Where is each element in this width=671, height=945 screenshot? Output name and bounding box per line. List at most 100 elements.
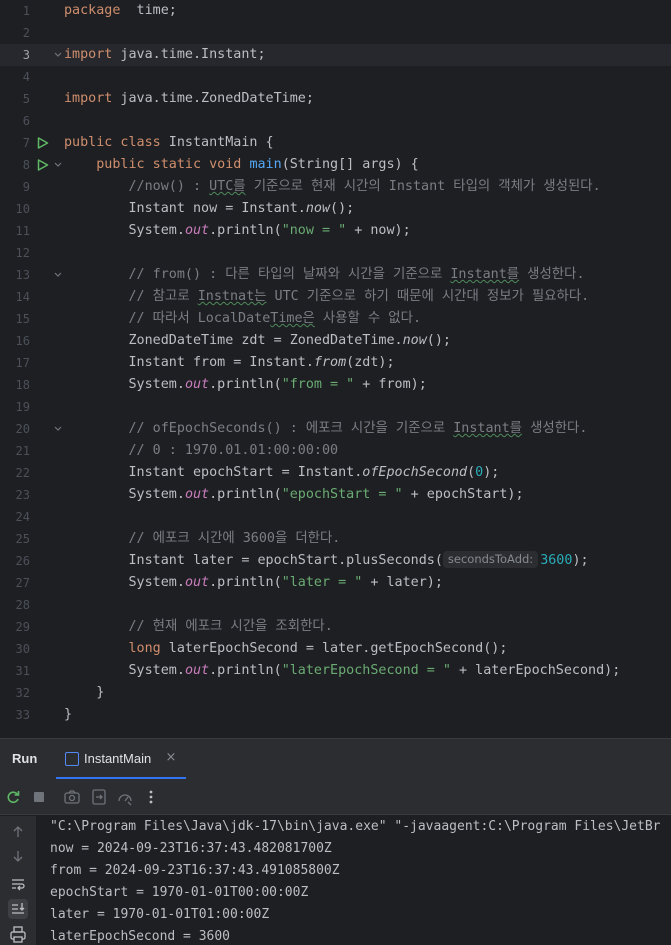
gutter-row: 33 [0, 704, 64, 726]
code-line[interactable]: System.out.println("from = " + from); [64, 374, 671, 396]
fold-chevron-icon[interactable] [54, 52, 62, 58]
code-token: //now() : [128, 179, 210, 194]
code-line[interactable]: // 현재 에포크 시간을 조회한다. [64, 616, 671, 638]
run-window-title: Run [12, 751, 38, 766]
parameter-hint: secondsToAdd: [442, 551, 539, 568]
scroll-up-button[interactable] [8, 822, 28, 842]
code-token: "from = " [281, 377, 355, 392]
line-number: 8 [22, 158, 30, 172]
code-editor[interactable]: 1 2 3 4 5 6 7 8 9 10 11 12 13 14 15 16 17 18 19 20 21 22 23 24 2… [0, 0, 671, 738]
code-line[interactable]: // 에포크 시간에 3600을 더한다. [64, 528, 671, 550]
code-line[interactable] [64, 594, 671, 616]
code-line[interactable] [64, 506, 671, 528]
code-line[interactable]: ZonedDateTime zdt = ZonedDateTime.now(); [64, 330, 671, 352]
scroll-to-end-button[interactable] [8, 899, 28, 919]
code-line[interactable]: // from() : 다른 타입의 날짜와 시간을 기준으로 Instant를… [64, 264, 671, 286]
tab-instantmain[interactable]: InstantMain × [56, 739, 186, 779]
code-area[interactable]: package time; import java.time.Instant; im… [64, 0, 671, 738]
console-output[interactable]: "C:\Program Files\Java\jdk-17\bin\java.e… [50, 816, 671, 945]
fold-chevron-icon[interactable] [54, 162, 62, 168]
code-token: // from() : 다른 타입의 날짜와 시간을 기준으로 [128, 267, 451, 282]
code-token: out [184, 575, 210, 590]
code-line[interactable]: //now() : UTC를 기준으로 현재 시간의 Instant 타입의 객… [64, 176, 671, 198]
code-line[interactable] [64, 22, 671, 44]
code-line[interactable]: System.out.println("epochStart = " + epo… [64, 484, 671, 506]
line-number: 27 [15, 576, 30, 590]
code-line[interactable] [64, 66, 671, 88]
gutter-row: 26 [0, 550, 64, 572]
gutter-row: 27 [0, 572, 64, 594]
code-line[interactable]: import java.time.ZonedDateTime; [64, 88, 671, 110]
code-line[interactable]: Instant later = epochStart.plusSeconds(s… [64, 550, 671, 572]
code-line[interactable] [64, 110, 671, 132]
code-token: (); [426, 333, 451, 348]
profiler-button[interactable] [115, 787, 135, 807]
scroll-to-end-icon [12, 903, 25, 914]
code-line[interactable]: Instant from = Instant.from(zdt); [64, 352, 671, 374]
code-line[interactable]: Instant now = Instant.now(); [64, 198, 671, 220]
code-line[interactable]: public static void main(String[] args) { [64, 154, 671, 176]
fold-chevron-icon[interactable] [54, 426, 62, 432]
run-tool-window: Run InstantMain × "C:\Program Files\Java… [0, 738, 671, 945]
code-line[interactable]: System.out.println("later = " + later); [64, 572, 671, 594]
code-token: long [128, 641, 161, 656]
scroll-down-button[interactable] [8, 846, 28, 866]
code-line[interactable]: public class InstantMain { [64, 132, 671, 154]
line-number: 15 [15, 312, 30, 326]
code-token: // 0 : 1970.01.01:00:00:00 [128, 443, 339, 458]
code-line[interactable]: } [64, 704, 671, 726]
code-line[interactable]: System.out.println("now = " + now); [64, 220, 671, 242]
print-icon [10, 926, 26, 943]
rerun-button[interactable] [3, 787, 23, 807]
code-line[interactable]: // 따라서 LocalDateTime은 사용할 수 없다. [64, 308, 671, 330]
code-token: 3600 [540, 553, 573, 568]
line-number: 2 [22, 26, 30, 40]
code-line[interactable] [64, 396, 671, 418]
code-line[interactable]: System.out.println("laterEpochSecond = "… [64, 660, 671, 682]
code-line[interactable]: } [64, 682, 671, 704]
gutter-row: 20 [0, 418, 64, 440]
stop-button[interactable] [29, 787, 49, 807]
code-token: System. [64, 223, 185, 238]
print-button[interactable] [8, 924, 28, 944]
code-token: InstantMain { [160, 135, 274, 150]
code-token: .println( [209, 663, 282, 678]
line-number: 25 [15, 532, 30, 546]
run-header: Run InstantMain × [0, 739, 671, 779]
gutter-row: 31 [0, 660, 64, 682]
soft-wrap-button[interactable] [8, 874, 28, 894]
fold-chevron-icon[interactable] [54, 272, 62, 278]
code-token: out [184, 663, 210, 678]
code-line[interactable]: package time; [64, 0, 671, 22]
code-line[interactable]: // 참고로 Instnat는 UTC 기준으로 하기 때문에 시간대 정보가 … [64, 286, 671, 308]
screenshot-button[interactable] [62, 787, 82, 807]
run-gutter-icon[interactable] [37, 159, 49, 171]
code-token: ZonedDateTime zdt = ZonedDateTime. [64, 333, 403, 348]
code-token: "now = " [281, 223, 347, 238]
code-line[interactable]: import java.time.Instant; [64, 44, 671, 66]
code-token: package [64, 3, 121, 18]
code-line[interactable] [64, 242, 671, 264]
console-line: later = 1970-01-01T01:00:00Z [50, 907, 270, 922]
gutter-row: 14 [0, 286, 64, 308]
close-tab-button[interactable]: × [164, 750, 178, 766]
code-token: Instnat는 [197, 289, 267, 304]
run-gutter-icon[interactable] [37, 137, 49, 149]
line-number: 24 [15, 510, 30, 524]
gutter-row: 3 [0, 44, 64, 66]
gutter-row: 23 [0, 484, 64, 506]
code-token: java.time.ZonedDateTime; [112, 91, 314, 106]
code-token: 사용할 수 없다. [314, 311, 422, 326]
code-line[interactable]: // 0 : 1970.01.01:00:00:00 [64, 440, 671, 462]
code-line[interactable]: Instant epochStart = Instant.ofEpochSeco… [64, 462, 671, 484]
more-button[interactable] [141, 787, 161, 807]
code-token: import [64, 91, 113, 106]
code-line[interactable]: // ofEpochSeconds() : 에포크 시간을 기준으로 Insta… [64, 418, 671, 440]
console-line: laterEpochSecond = 3600 [50, 929, 231, 944]
code-line[interactable]: long laterEpochSecond = later.getEpochSe… [64, 638, 671, 660]
restore-layout-button[interactable] [89, 787, 109, 807]
line-number: 12 [15, 246, 30, 260]
code-token: System. [64, 663, 185, 678]
code-token: System. [64, 377, 185, 392]
